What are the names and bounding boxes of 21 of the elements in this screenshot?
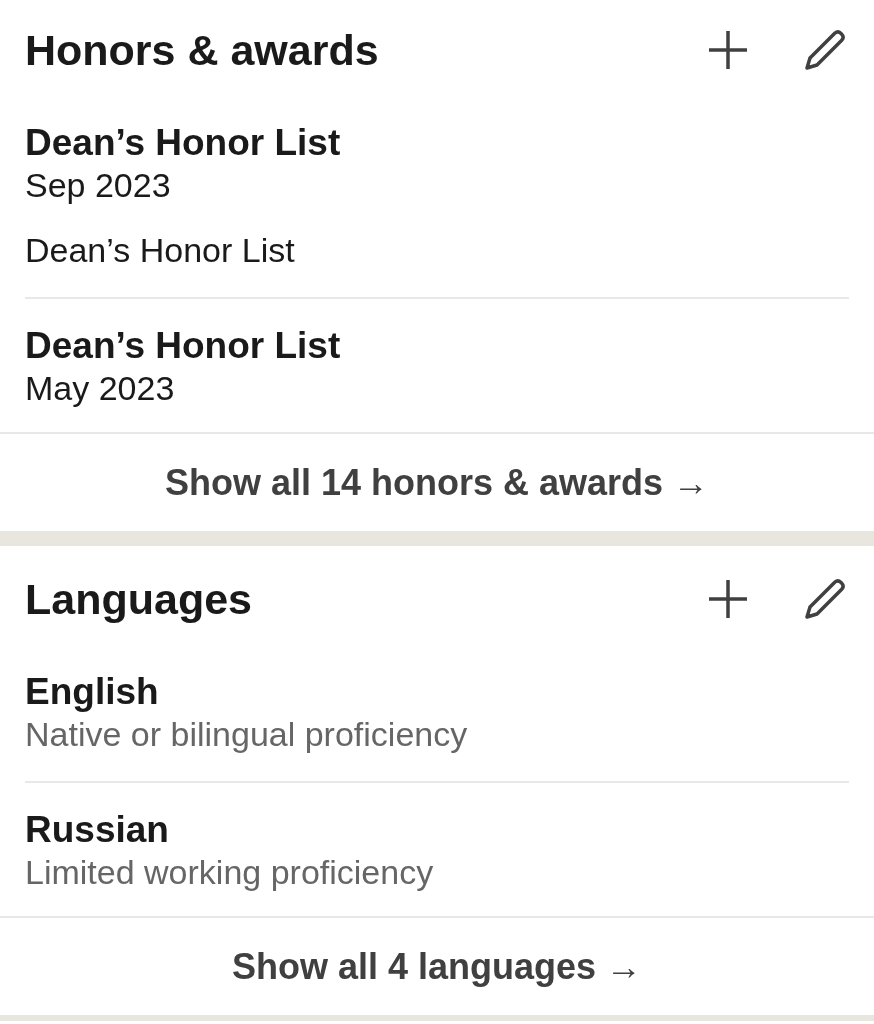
add-button[interactable] [707,578,749,620]
plus-icon [707,578,749,620]
section-title: Languages [25,574,253,624]
edit-button[interactable] [804,29,846,71]
section-title: Honors & awards [25,25,380,75]
entry-date: Sep 2023 [25,165,171,206]
entry-description: Dean’s Honor List [25,230,295,271]
entry-title: Russian [25,809,169,851]
entry-date: May 2023 [25,368,175,409]
pencil-icon [804,578,846,620]
entry-title: Dean’s Honor List [25,325,341,367]
plus-icon [707,29,749,71]
pencil-icon [804,29,846,71]
show-all-link[interactable]: Show all 4 languages → [231,944,643,989]
add-button[interactable] [707,29,749,71]
edit-button[interactable] [804,578,846,620]
entry-title: English [25,671,159,713]
proficiency-level: Limited working proficiency [25,852,434,893]
show-all-link[interactable]: Show all 14 honors & awards → [164,460,710,505]
proficiency-level: Native or bilingual proficiency [25,714,468,755]
entry-title: Dean’s Honor List [25,122,341,164]
